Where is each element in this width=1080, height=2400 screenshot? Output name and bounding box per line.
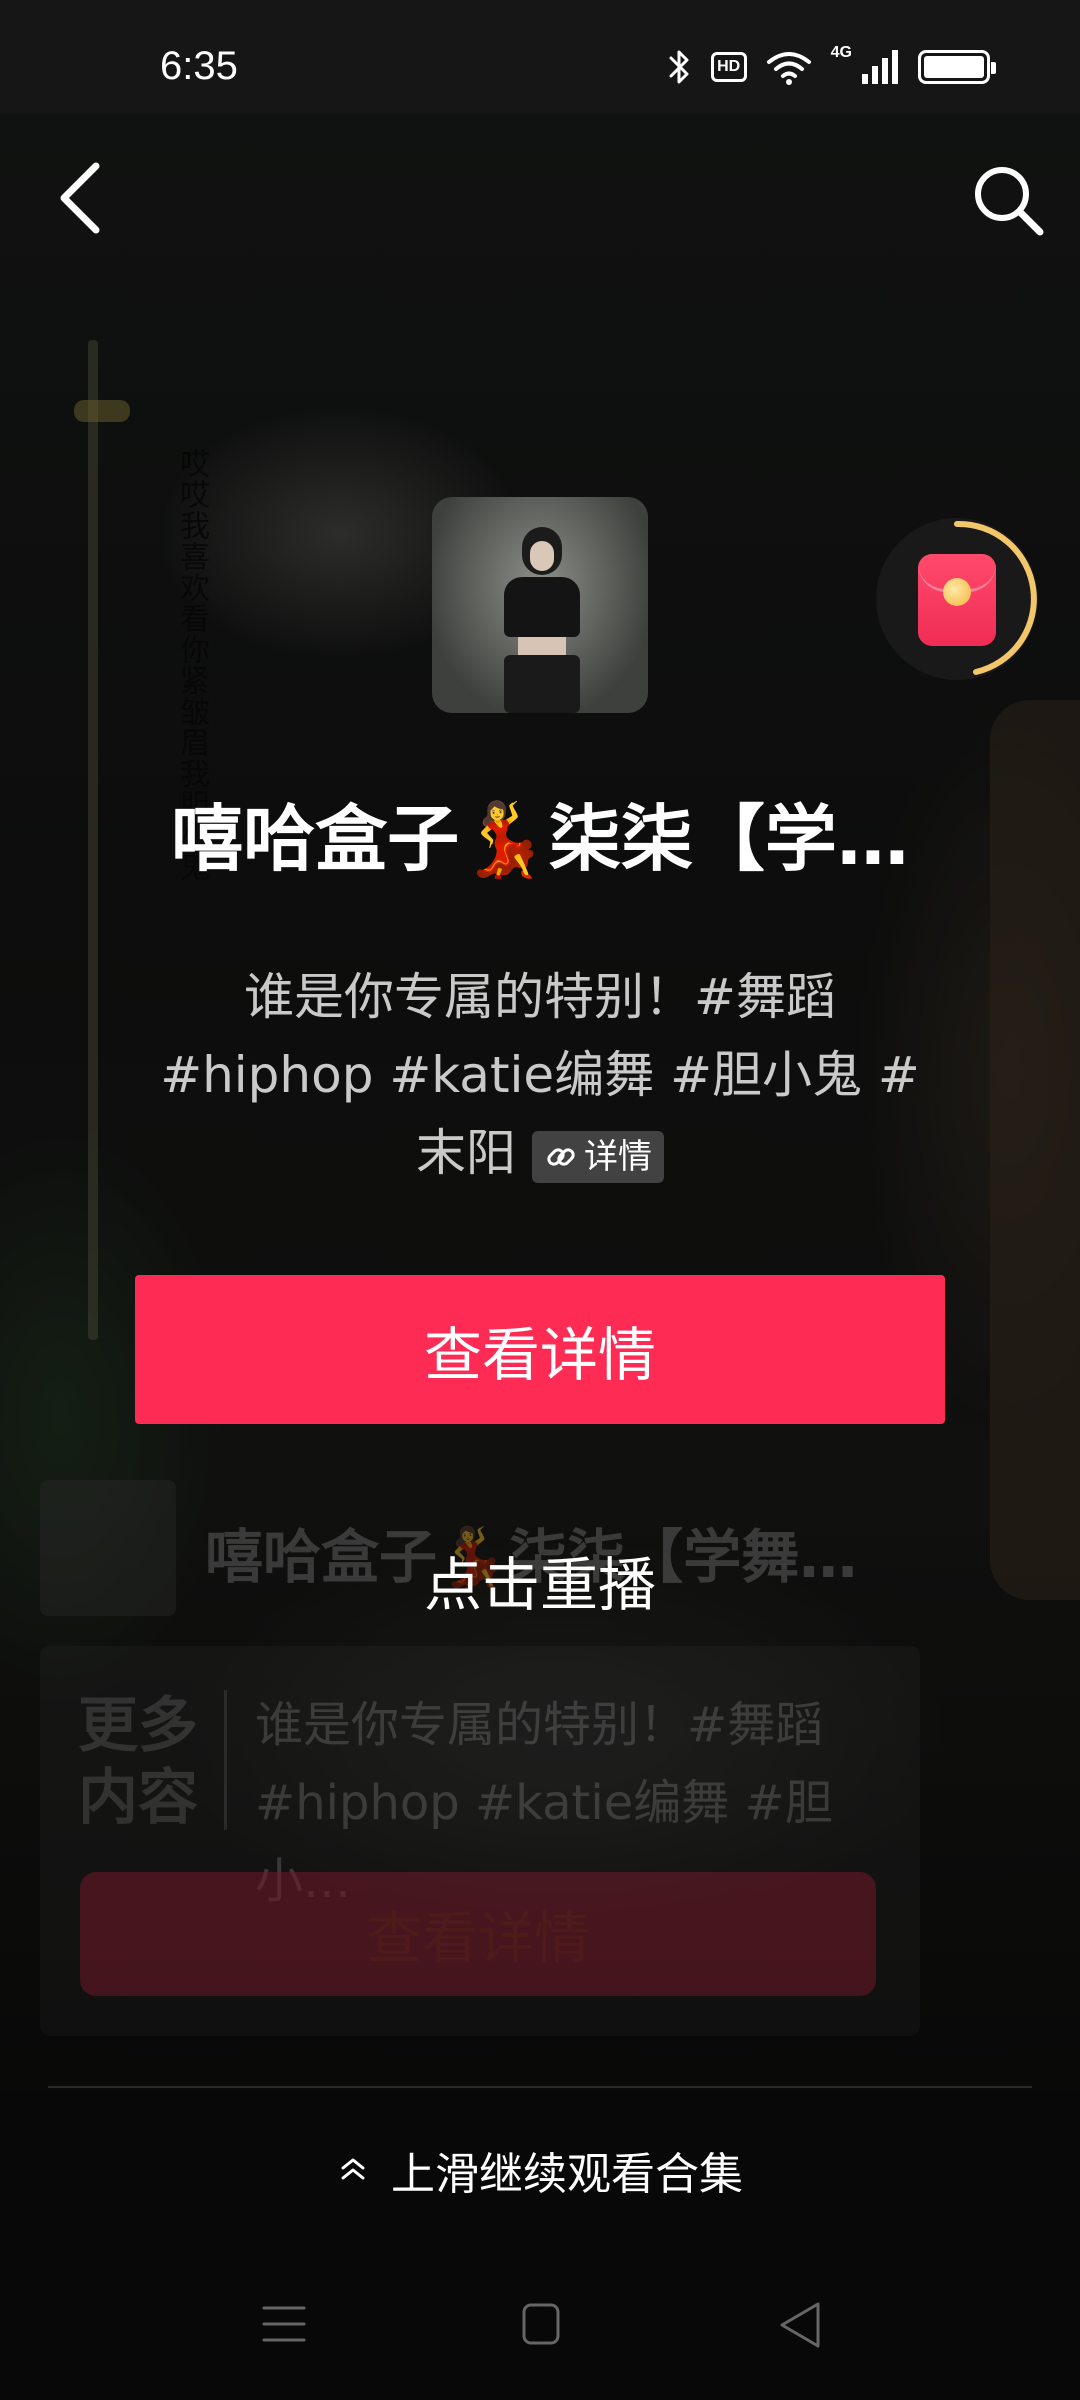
ghost-more-label: 更多内容 [78,1691,198,1833]
hd-badge: HD [710,52,747,82]
menu-icon [262,2306,306,2342]
video-description[interactable]: 谁是你专属的特别！#舞蹈 #hiphop #katie编舞 #胆小鬼 #末阳 详… [140,958,940,1192]
ghost-thumbnail [40,1480,176,1616]
back-button[interactable] [52,160,112,236]
status-time: 6:35 [160,44,238,88]
chevron-left-icon [60,162,100,234]
battery-icon [918,50,996,84]
ghost-info-box: 更多内容 谁是你专属的特别！#舞蹈 #hiphop #katie编舞 #胆小… … [40,1646,920,2036]
swipe-hint-label: 上滑继续观看合集 [391,2149,743,2200]
back-triangle-icon [780,2302,820,2348]
recent-apps-button[interactable] [262,2302,306,2346]
red-packet-icon [918,554,996,646]
status-bar: 6:35 HD 4G [0,0,1080,114]
view-details-button[interactable]: 查看详情 [135,1275,945,1424]
wifi-icon [766,52,811,85]
system-back-button[interactable] [778,2300,822,2350]
status-icons: HD 4G [667,44,996,86]
replay-button[interactable]: 点击重播 [340,1538,740,1622]
bluetooth-icon [669,50,689,84]
red-packet-button[interactable] [876,518,1038,680]
double-chevron-up-icon [341,2158,365,2180]
detail-chip-label: 详情 [583,1136,652,1177]
search-icon [975,167,1044,236]
ghost-divider [224,1690,227,1830]
bottom-divider [48,2086,1032,2088]
network-type-label: 4G [830,44,852,61]
screen: 哎哎我喜欢看你紧皱眉我胆小鬼 6:35 HD 4G 嘻哈盒子💃柒柒【学… 谁是你… [0,0,1080,2400]
author-avatar[interactable] [432,497,648,713]
search-button[interactable] [968,160,1048,240]
signal-icon [862,50,898,84]
link-icon [547,1147,575,1166]
detail-chip[interactable]: 详情 [531,1130,664,1183]
home-square-icon [522,2303,560,2345]
system-navigation-bar [0,2290,1080,2360]
ghost-view-details-button: 查看详情 [80,1872,876,1996]
swipe-up-collection-hint[interactable]: 上滑继续观看合集 [0,2140,1080,2200]
author-title[interactable]: 嘻哈盒子💃柒柒【学… [150,780,930,885]
home-button[interactable] [521,2302,561,2346]
